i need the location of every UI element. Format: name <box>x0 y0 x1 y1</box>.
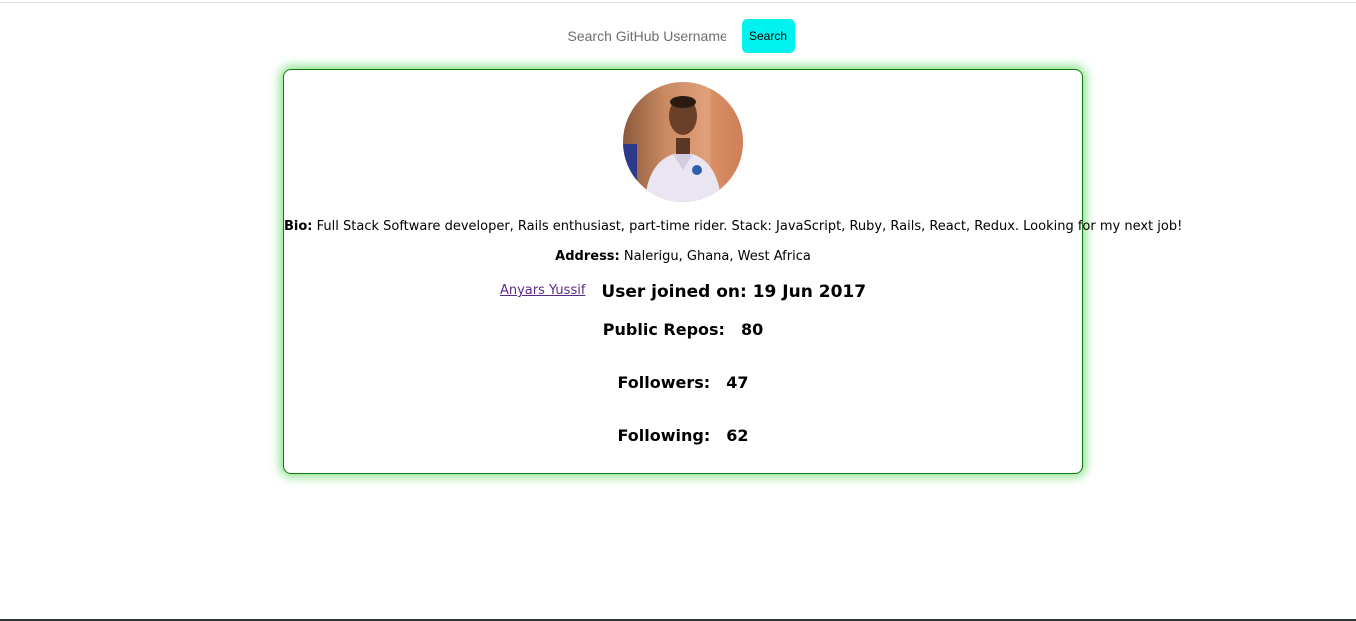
address-line: Address: Nalerigu, Ghana, West Africa <box>284 249 1082 265</box>
meta-row: Anyars Yussif User joined on: 19 Jun 201… <box>284 282 1082 302</box>
following-label: Following: <box>617 426 711 445</box>
address-text: Nalerigu, Ghana, West Africa <box>623 249 811 264</box>
followers-label: Followers: <box>617 373 711 392</box>
user-photo-avatar-icon <box>623 82 743 202</box>
public-repos-stat: Public Repos: 80 <box>284 320 1082 340</box>
profile-name-link[interactable]: Anyars Yussif <box>500 283 585 298</box>
public-repos-label: Public Repos: <box>602 320 725 339</box>
search-input[interactable] <box>561 21 732 51</box>
top-divider <box>0 2 1356 3</box>
search-bar: Search <box>0 19 1356 53</box>
bio-text: Full Stack Software developer, Rails ent… <box>316 219 1183 234</box>
following-stat: Following: 62 <box>284 426 1082 446</box>
joined-date: User joined on: 19 Jun 2017 <box>601 282 867 302</box>
following-value: 62 <box>726 426 749 445</box>
avatar <box>623 82 743 202</box>
profile-card: Bio: Full Stack Software developer, Rail… <box>283 69 1182 474</box>
followers-stat: Followers: 47 <box>284 373 1082 393</box>
address-label: Address: <box>555 249 620 264</box>
bio-label: Bio: <box>284 219 313 234</box>
bio-line: Bio: Full Stack Software developer, Rail… <box>284 219 1182 235</box>
followers-value: 47 <box>726 373 749 392</box>
public-repos-value: 80 <box>740 320 764 339</box>
search-button[interactable]: Search <box>741 19 795 53</box>
